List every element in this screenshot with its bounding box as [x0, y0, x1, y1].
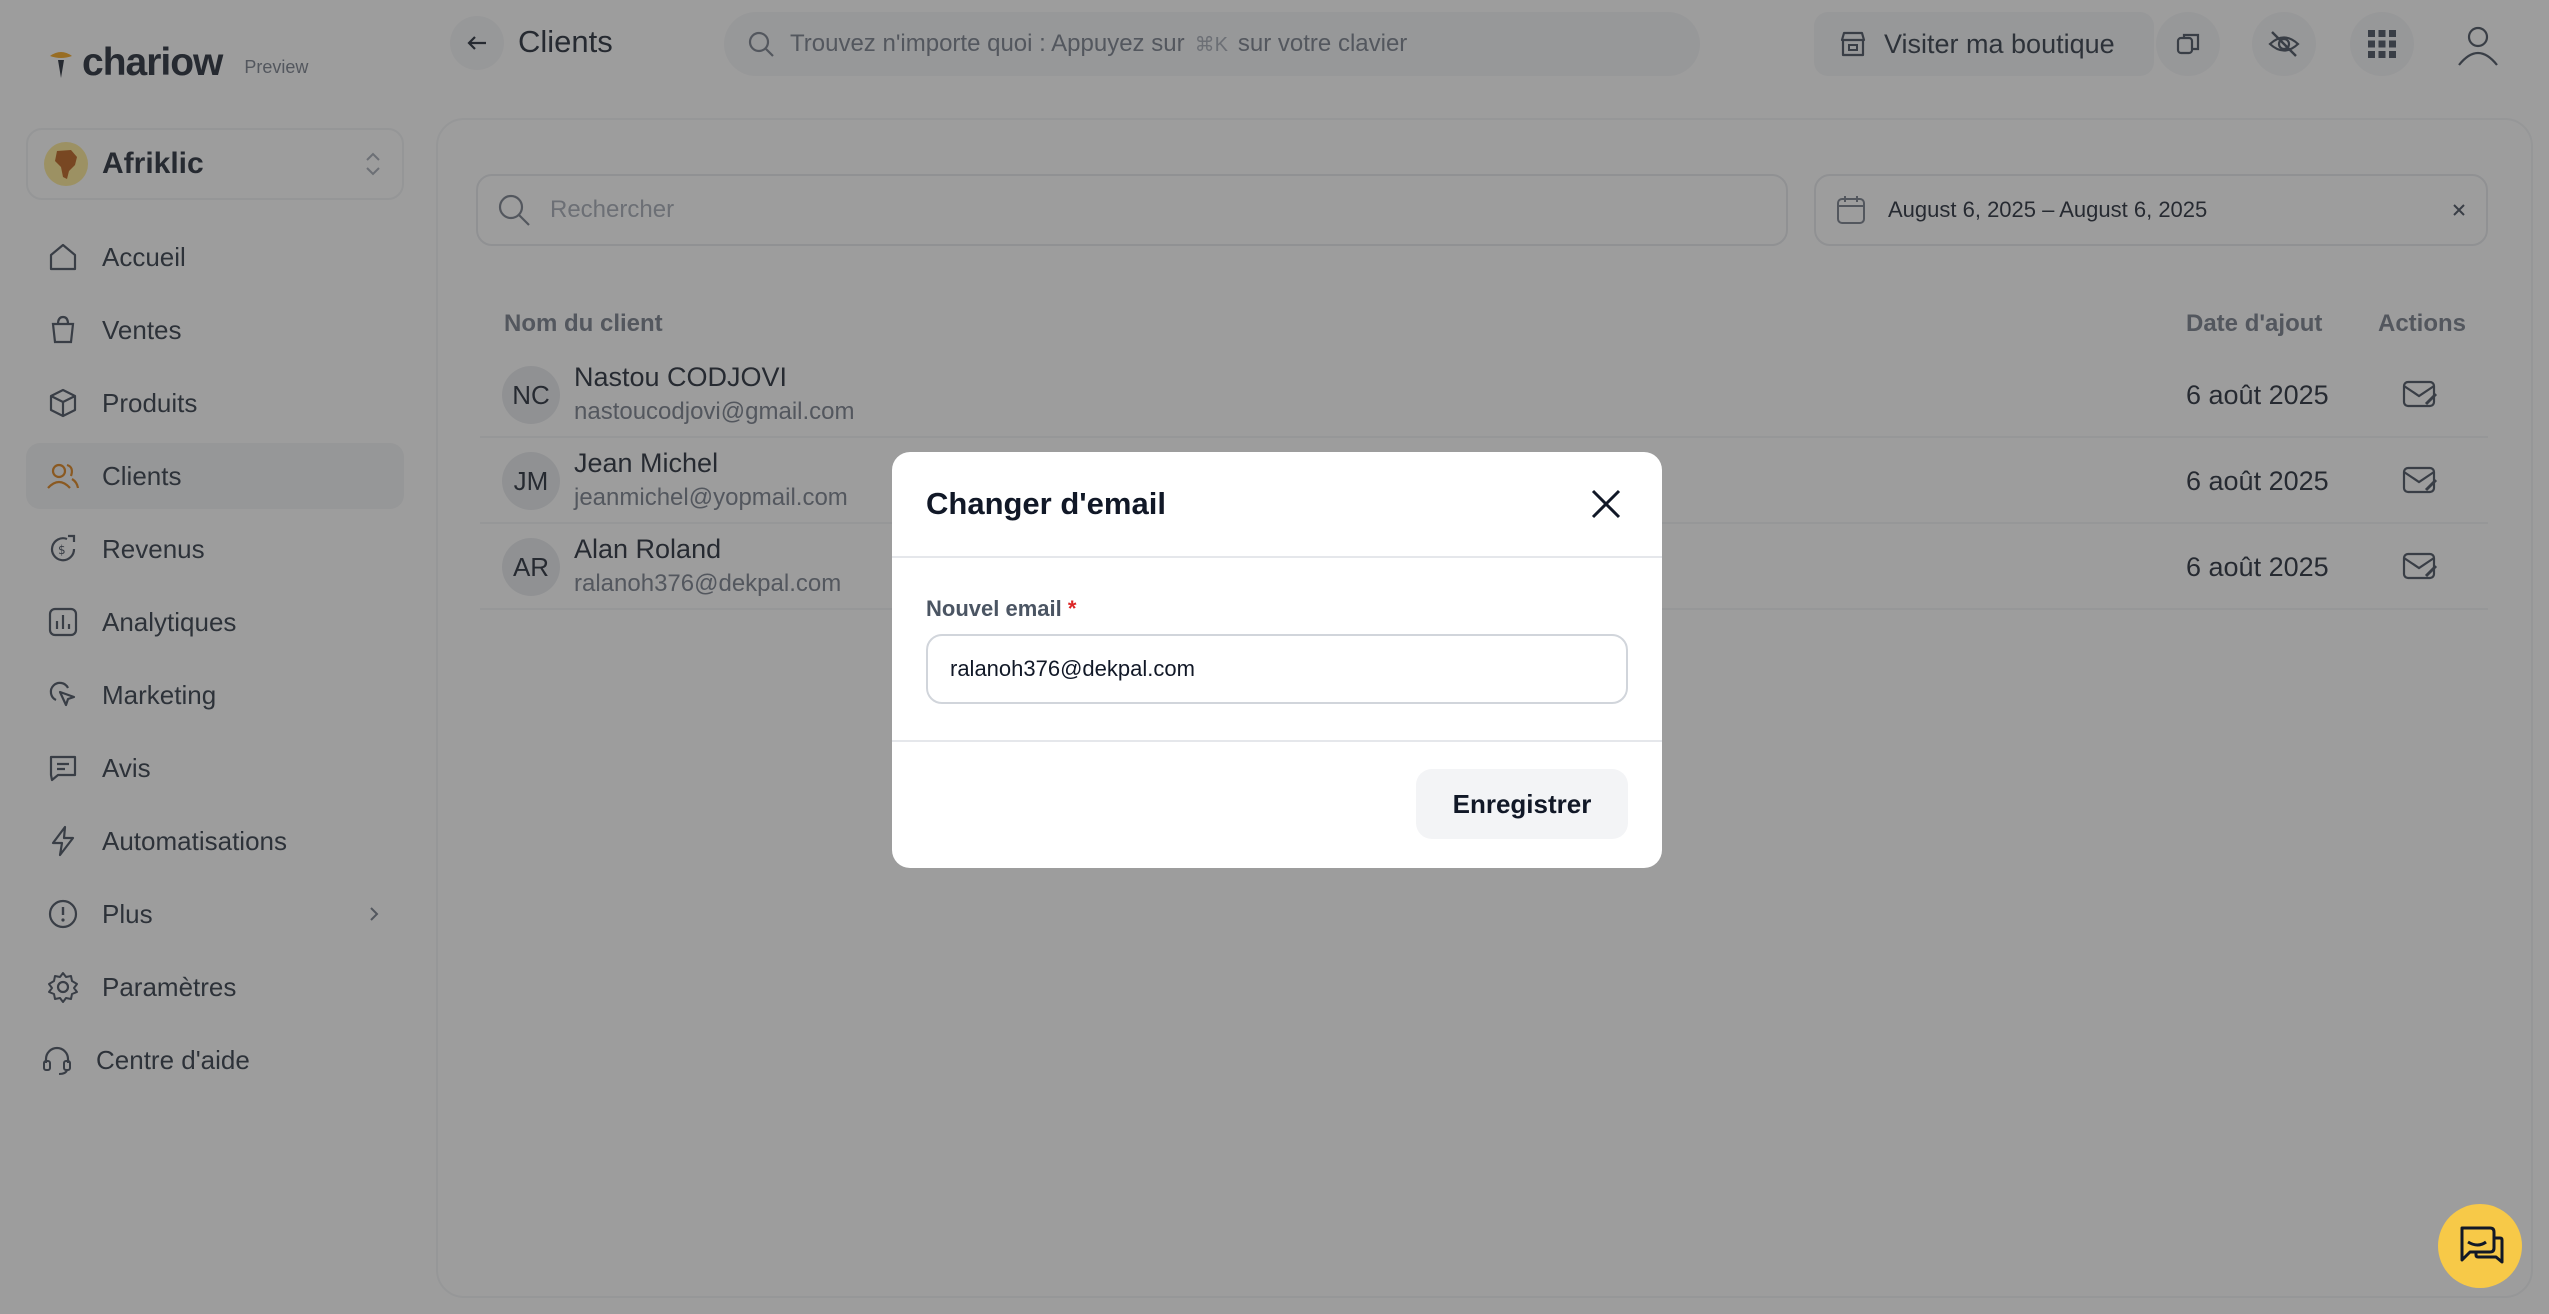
required-mark: *	[1067, 596, 1077, 621]
save-button[interactable]: Enregistrer	[1416, 769, 1628, 839]
email-field-label-text: Nouvel email	[926, 596, 1062, 621]
new-email-input[interactable]	[926, 634, 1628, 704]
chat-icon	[2460, 1226, 2504, 1264]
modal-header: Changer d'email	[892, 452, 1662, 558]
support-chat-button[interactable]	[2438, 1204, 2522, 1288]
close-button[interactable]	[1584, 482, 1628, 526]
close-icon	[1591, 489, 1621, 519]
email-field-label: Nouvel email *	[926, 596, 1628, 622]
modal-footer: Enregistrer	[892, 742, 1662, 866]
modal-body: Nouvel email *	[892, 558, 1662, 742]
modal-title: Changer d'email	[926, 486, 1166, 521]
change-email-modal: Changer d'email Nouvel email * Enregistr…	[892, 452, 1662, 868]
